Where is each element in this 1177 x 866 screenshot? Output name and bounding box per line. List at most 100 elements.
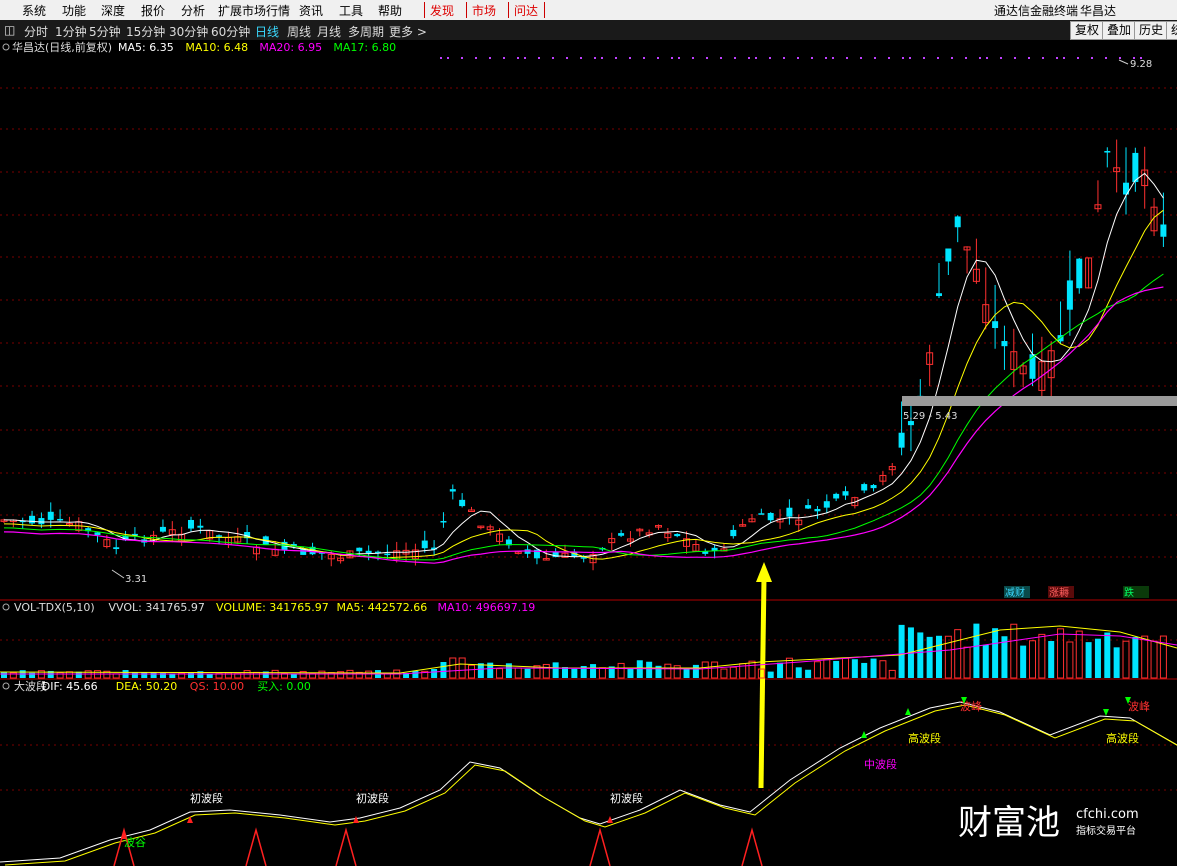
signal-arrow-icon — [187, 816, 193, 823]
period-tab[interactable]: 30分钟 — [169, 23, 208, 40]
signal-dot — [832, 57, 834, 59]
signal-dot — [951, 57, 953, 59]
toolbar-button[interactable]: 历史 — [1134, 21, 1169, 40]
ma-label: MA20: 6.95 — [259, 41, 322, 54]
volume-bar — [917, 632, 924, 678]
volume-bar — [318, 670, 326, 679]
menu-item[interactable]: 深度 — [101, 2, 125, 19]
volume-bar — [552, 662, 559, 678]
volume-bar — [842, 657, 849, 679]
signal-dot — [503, 57, 505, 59]
volume-bar — [888, 669, 896, 679]
indicator-label: DEA: 50.20 — [116, 680, 177, 693]
signal-dot — [888, 57, 890, 59]
volume-bar — [458, 657, 466, 679]
candle-body — [805, 505, 812, 509]
wave-annotation: 高波段 — [908, 731, 941, 745]
signal-dot — [902, 57, 904, 59]
volume-bar — [813, 661, 821, 679]
menu-item[interactable]: 帮助 — [378, 2, 402, 19]
candle-body — [786, 507, 793, 517]
menu-bar: 系统 功能 深度 报价 分析 扩展市场行情 资讯 工具 帮助 发现 市场 问达 通达信金融终端 华昌达 — [0, 0, 1177, 21]
volume-bar — [711, 661, 719, 679]
indicator-label: DIF: 45.66 — [42, 680, 98, 693]
candle-body — [57, 518, 64, 521]
volume-bar — [692, 664, 699, 678]
volume-bar — [805, 669, 812, 678]
candle-body — [356, 547, 363, 552]
candle-body — [992, 321, 999, 329]
volume-bar — [982, 644, 989, 678]
menu-item[interactable]: 系统 — [22, 2, 46, 19]
kline-chart[interactable]: 5.29 - 5.43 9.28 3.31 华昌达(日线,前复权) MA5: 6.35 M… — [0, 40, 1177, 866]
panel-toggle-icon[interactable]: ◫ — [4, 23, 15, 37]
qs-signal — [741, 827, 763, 866]
signal-dot — [1000, 57, 1002, 59]
period-tab[interactable]: 15分钟 — [126, 23, 165, 40]
volume-bar — [1132, 636, 1139, 678]
candle-body — [94, 532, 101, 536]
volume-bar — [590, 664, 597, 678]
candle-body — [1104, 150, 1111, 153]
menu-item[interactable]: 工具 — [339, 2, 363, 19]
qs-signal — [245, 827, 267, 866]
period-tab[interactable]: 月线 — [317, 23, 341, 40]
menu-separator — [466, 2, 467, 18]
candle-body — [945, 248, 952, 262]
volume-bar — [861, 662, 868, 678]
signal-dot — [594, 57, 596, 59]
menu-item[interactable]: 资讯 — [299, 2, 323, 19]
menu-highlight-item[interactable]: 问达 — [514, 2, 538, 19]
signal-dot — [909, 57, 911, 59]
volume-bar — [777, 662, 784, 678]
toolbar-button[interactable]: 统 — [1166, 21, 1177, 40]
period-tab[interactable]: 1分钟 — [55, 23, 87, 40]
toolbar-button[interactable]: 叠加 — [1102, 21, 1137, 40]
period-tab[interactable]: 周线 — [287, 23, 311, 40]
qs-signal — [589, 827, 611, 866]
volume-bar — [833, 660, 840, 678]
toolbar-button[interactable]: 复权 — [1070, 21, 1105, 40]
candle-body — [618, 533, 625, 536]
candle-body — [421, 540, 428, 549]
volume-bar — [1010, 623, 1018, 679]
qs-signal — [335, 827, 357, 866]
watermark-slogan: 指标交易平台 — [1076, 824, 1136, 837]
signal-dot — [671, 57, 673, 59]
watermark-domain: cfchi.com — [1076, 807, 1139, 822]
wave-annotation: 初波段 — [356, 791, 389, 805]
candle-body — [823, 501, 830, 508]
volume-bar — [412, 670, 419, 678]
signal-arrow-icon — [905, 708, 911, 715]
candle-body — [47, 511, 54, 520]
menu-highlight-item[interactable]: 发现 — [430, 2, 454, 19]
menu-item[interactable]: 扩展市场行情 — [218, 2, 290, 19]
candle-body — [459, 499, 466, 507]
period-toolbar: ◫ 分时 1分钟 5分钟 15分钟 30分钟 60分钟 日线 周线 月线 多周期 更多 > 复权 叠加 历史… — [0, 20, 1177, 41]
period-tab[interactable]: 日线 — [255, 23, 279, 40]
volume-bar — [496, 668, 504, 679]
signal-tag: 跌 — [1124, 586, 1134, 599]
menu-item[interactable]: 分析 — [181, 2, 205, 19]
volume-bar — [963, 646, 971, 679]
candle-body — [936, 293, 942, 297]
period-tab[interactable]: 更多 > — [389, 23, 427, 40]
period-tab[interactable]: 60分钟 — [211, 23, 250, 40]
candle-body — [188, 519, 194, 529]
period-tab[interactable]: 分时 — [24, 23, 48, 40]
signal-dot — [1105, 57, 1107, 59]
signal-dot — [1077, 57, 1079, 59]
volume-bar — [748, 660, 756, 679]
volume-bar — [1057, 628, 1065, 679]
volume-label: VVOL: 341765.97 — [109, 601, 205, 614]
candle-body — [730, 529, 737, 537]
menu-highlight-item[interactable]: 市场 — [472, 2, 496, 19]
menu-item[interactable]: 报价 — [141, 2, 165, 19]
signal-dot — [629, 57, 631, 59]
period-tab[interactable]: 多周期 — [348, 23, 384, 40]
wave-annotation: 波峰 — [1128, 700, 1150, 713]
volume-bar — [449, 657, 457, 679]
candle-body — [833, 493, 840, 499]
period-tab[interactable]: 5分钟 — [89, 23, 121, 40]
menu-item[interactable]: 功能 — [62, 2, 86, 19]
